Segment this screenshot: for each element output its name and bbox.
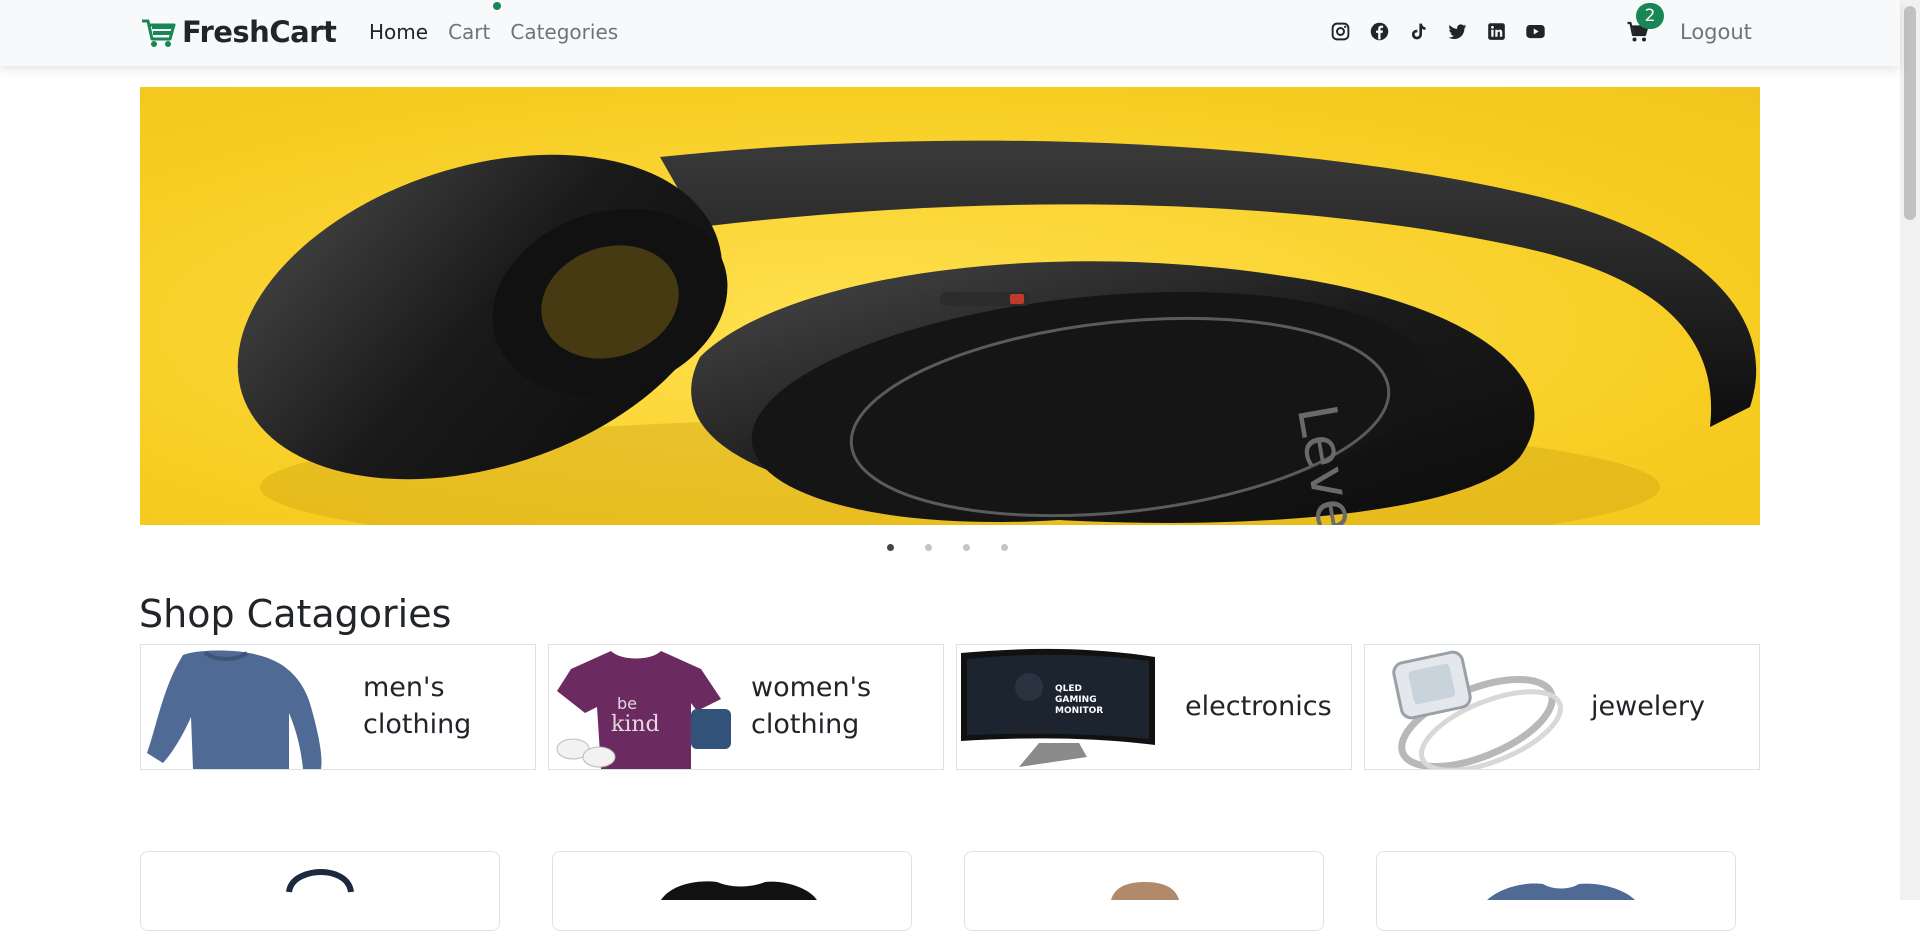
top-navbar: FreshCart Home Cart Categories 2 Logout	[0, 0, 1900, 66]
category-label-line2: clothing	[363, 709, 472, 740]
diamond-ring-image	[1392, 650, 1563, 769]
carousel-indicators	[887, 544, 1039, 551]
category-card-mens-clothing[interactable]: men's clothing	[140, 644, 536, 770]
cart-count-badge: 2	[1636, 3, 1664, 29]
product-backpack-image	[286, 868, 354, 893]
product-tshirt-image	[661, 881, 817, 900]
category-label: jewelery	[1591, 691, 1705, 722]
page-scrollbar[interactable]	[1900, 0, 1920, 900]
carousel-dot-4[interactable]	[1001, 544, 1008, 551]
facebook-icon[interactable]	[1368, 20, 1390, 42]
headphones-slide-image: Level	[140, 87, 1760, 525]
hero-carousel[interactable]: Level	[140, 87, 1760, 525]
product-card[interactable]	[552, 851, 912, 931]
svg-text:kind: kind	[611, 712, 660, 737]
category-label: electronics	[1185, 691, 1332, 722]
category-card-womens-clothing[interactable]: be kind women's clothing	[548, 644, 944, 770]
categories-heading: Shop Catagories	[139, 592, 452, 636]
category-label-line2: clothing	[751, 709, 860, 740]
carousel-dot-1[interactable]	[887, 544, 894, 551]
social-links	[1329, 20, 1563, 42]
product-card[interactable]	[1376, 851, 1736, 931]
shopping-cart-logo-icon	[142, 19, 176, 47]
carousel-dot-2[interactable]	[925, 544, 932, 551]
product-card[interactable]	[964, 851, 1324, 931]
brand-logo[interactable]: FreshCart	[140, 14, 337, 50]
twitter-icon[interactable]	[1446, 20, 1468, 42]
svg-text:MONITOR: MONITOR	[1055, 706, 1103, 716]
brand-name: FreshCart	[182, 15, 337, 49]
category-card-jewelery[interactable]: jewelery	[1364, 644, 1760, 770]
svg-text:be: be	[617, 694, 637, 713]
product-card[interactable]	[140, 851, 500, 931]
womens-tshirt-image: be kind	[556, 651, 731, 769]
category-label-line1: men's	[363, 672, 445, 703]
gaming-monitor-image: QLED GAMING MONITOR	[961, 648, 1155, 767]
nav-indicator-dot	[493, 2, 501, 10]
product-jacket-image	[1111, 882, 1179, 900]
linkedin-icon[interactable]	[1485, 20, 1507, 42]
nav-link-categories[interactable]: Categories	[510, 18, 618, 46]
svg-text:GAMING: GAMING	[1055, 695, 1097, 705]
main-nav: Home Cart Categories	[369, 18, 638, 46]
svg-text:QLED: QLED	[1055, 684, 1082, 694]
carousel-dot-3[interactable]	[963, 544, 970, 551]
nav-link-home[interactable]: Home	[369, 18, 428, 46]
category-card-electronics[interactable]: QLED GAMING MONITOR electronics	[956, 644, 1352, 770]
logout-link[interactable]: Logout	[1680, 18, 1752, 46]
tiktok-icon[interactable]	[1407, 20, 1429, 42]
nav-link-cart[interactable]: Cart	[448, 18, 490, 46]
mens-shirt-image	[147, 650, 322, 769]
category-label-line1: women's	[751, 672, 872, 703]
product-shirt-image	[1487, 883, 1635, 900]
scrollbar-thumb[interactable]	[1904, 6, 1916, 220]
instagram-icon[interactable]	[1329, 20, 1351, 42]
youtube-icon[interactable]	[1524, 20, 1546, 42]
